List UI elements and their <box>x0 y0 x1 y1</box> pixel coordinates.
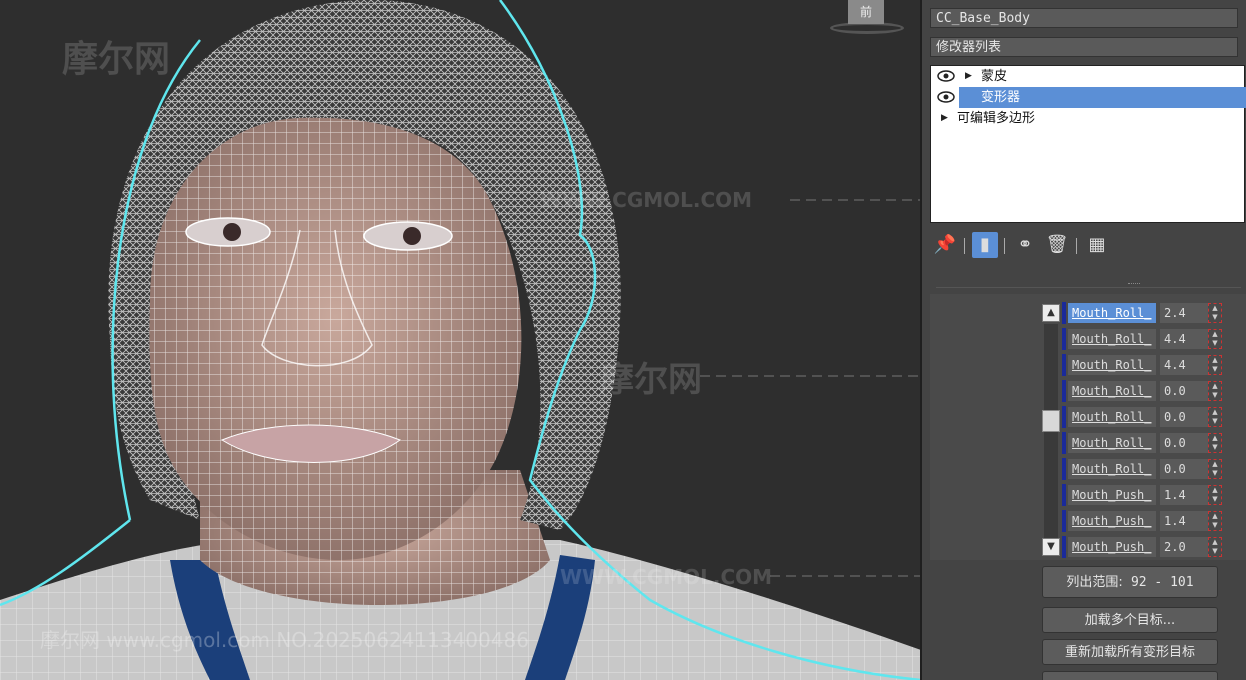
stack-item-label: 蒙皮 <box>981 69 1008 84</box>
load-multiple-targets-button[interactable]: 加载多个目标... <box>1042 607 1218 633</box>
modifier-list-dropdown[interactable]: 修改器列表 <box>930 37 1238 57</box>
channel-value-field[interactable]: 0.0 <box>1160 459 1208 479</box>
channel-row: Mouth_Roll_ 0.0 ▲ ▼ <box>1062 458 1222 480</box>
object-name-field[interactable]: CC_Base_Body <box>930 8 1238 28</box>
channel-spinner[interactable]: ▲ ▼ <box>1208 355 1222 375</box>
channel-row: Mouth_Roll_ 4.4 ▲ ▼ <box>1062 328 1222 350</box>
channel-row: Mouth_Push_ 1.4 ▲ ▼ <box>1062 484 1222 506</box>
panel-separator <box>936 287 1241 288</box>
modify-panel: CC_Base_Body 修改器列表 ▶ 蒙皮 变形器 ▶ 可编辑多边形 📌 ▮… <box>922 0 1246 680</box>
reload-all-targets-button[interactable]: 重新加载所有变形目标 <box>1042 639 1218 665</box>
eye-icon[interactable] <box>937 70 955 82</box>
stack-item-label: 变形器 <box>959 87 1246 108</box>
channel-spinner[interactable]: ▲ ▼ <box>1208 381 1222 401</box>
channel-name-button[interactable]: Mouth_Roll_ <box>1068 303 1156 323</box>
expand-arrow-icon[interactable]: ▶ <box>965 66 972 87</box>
channel-row: Mouth_Roll_ 0.0 ▲ ▼ <box>1062 432 1222 454</box>
channel-active-indicator <box>1062 406 1066 428</box>
channel-row: Mouth_Push_ 1.4 ▲ ▼ <box>1062 510 1222 532</box>
modifier-stack[interactable]: ▶ 蒙皮 变形器 ▶ 可编辑多边形 <box>930 65 1246 223</box>
channel-list: ▲ ▼ Mouth_Roll_ 2.4 ▲ ▼ Mouth_Roll_ 4.4 ▲… <box>930 294 1246 560</box>
channel-value-field[interactable]: 1.4 <box>1160 485 1208 505</box>
channel-active-indicator <box>1062 510 1066 532</box>
stack-item-morpher[interactable]: 变形器 <box>931 87 1246 108</box>
channel-value-field[interactable]: 0.0 <box>1160 407 1208 427</box>
next-button-partial[interactable] <box>1042 671 1218 680</box>
channel-active-indicator <box>1062 484 1066 506</box>
channel-value-field[interactable]: 2.0 <box>1160 537 1208 557</box>
stack-item-editable-poly[interactable]: ▶ 可编辑多边形 <box>931 108 1244 129</box>
channel-active-indicator <box>1062 380 1066 402</box>
channel-spinner[interactable]: ▲ ▼ <box>1208 407 1222 427</box>
channel-value-field[interactable]: 2.4 <box>1160 303 1208 323</box>
channel-row: Mouth_Roll_ 0.0 ▲ ▼ <box>1062 380 1222 402</box>
toolbar-separator <box>1004 238 1005 254</box>
channel-name-button[interactable]: Mouth_Push_ <box>1068 485 1156 505</box>
channel-spinner[interactable]: ▲ ▼ <box>1208 459 1222 479</box>
configure-modifier-sets-icon[interactable]: ▦ <box>1084 232 1110 258</box>
remove-modifier-icon[interactable]: 🗑 <box>1044 232 1070 258</box>
channel-spinner[interactable]: ▲ ▼ <box>1208 433 1222 453</box>
pin-stack-icon[interactable]: 📌 <box>932 232 958 258</box>
channel-name-button[interactable]: Mouth_Roll_ <box>1068 433 1156 453</box>
channel-name-button[interactable]: Mouth_Push_ <box>1068 511 1156 531</box>
channel-name-button[interactable]: Mouth_Roll_ <box>1068 407 1156 427</box>
viewport-canvas <box>0 0 921 680</box>
channel-row: Mouth_Push_ 2.0 ▲ ▼ <box>1062 536 1222 558</box>
stack-item-skin[interactable]: ▶ 蒙皮 <box>931 66 1244 87</box>
list-range-value: 92 - 101 <box>1130 575 1194 590</box>
channel-spinner[interactable]: ▲ ▼ <box>1208 485 1222 505</box>
show-end-result-icon[interactable]: ▮ <box>972 232 998 258</box>
stack-item-label: 可编辑多边形 <box>957 111 1036 126</box>
channel-row: Mouth_Roll_ 4.4 ▲ ▼ <box>1062 354 1222 376</box>
expand-arrow-icon[interactable]: ▶ <box>941 108 948 129</box>
channel-active-indicator <box>1062 432 1066 454</box>
stack-toolbar: 📌 ▮ ⚭ 🗑 ▦ <box>930 232 1240 260</box>
channel-value-field[interactable]: 0.0 <box>1160 381 1208 401</box>
list-range-display: 列出范围: 92 - 101 <box>1042 566 1218 598</box>
make-unique-icon[interactable]: ⚭ <box>1012 232 1038 258</box>
eye-icon[interactable] <box>937 91 955 103</box>
3d-viewport[interactable]: 前 摩尔网 WWW.CGMOL.COM 摩尔网 WWW.CGMOL.COM 摩尔… <box>0 0 921 680</box>
channel-name-button[interactable]: Mouth_Roll_ <box>1068 355 1156 375</box>
channel-active-indicator <box>1062 536 1066 558</box>
channel-spinner[interactable]: ▲ ▼ <box>1208 537 1222 557</box>
toolbar-separator <box>964 238 965 254</box>
channel-value-field[interactable]: 1.4 <box>1160 511 1208 531</box>
channel-name-button[interactable]: Mouth_Roll_ <box>1068 459 1156 479</box>
channel-spinner[interactable]: ▲ ▼ <box>1208 329 1222 349</box>
channel-active-indicator <box>1062 302 1066 324</box>
channel-value-field[interactable]: 4.4 <box>1160 329 1208 349</box>
channel-active-indicator <box>1062 354 1066 376</box>
channel-name-button[interactable]: Mouth_Roll_ <box>1068 381 1156 401</box>
toolbar-separator <box>1076 238 1077 254</box>
viewcube-face-label[interactable]: 前 <box>848 0 884 24</box>
channel-spinner[interactable]: ▲ ▼ <box>1208 511 1222 531</box>
channel-value-field[interactable]: 0.0 <box>1160 433 1208 453</box>
channel-spinner[interactable]: ▲ ▼ <box>1208 303 1222 323</box>
channel-name-button[interactable]: Mouth_Roll_ <box>1068 329 1156 349</box>
scroll-up-button[interactable]: ▲ <box>1042 304 1060 322</box>
channel-value-field[interactable]: 4.4 <box>1160 355 1208 375</box>
scroll-thumb[interactable] <box>1042 410 1060 432</box>
channel-row: Mouth_Roll_ 0.0 ▲ ▼ <box>1062 406 1222 428</box>
channel-name-button[interactable]: Mouth_Push_ <box>1068 537 1156 557</box>
channel-active-indicator <box>1062 458 1066 480</box>
list-range-label: 列出范围: <box>1066 575 1123 590</box>
scroll-down-button[interactable]: ▼ <box>1042 538 1060 556</box>
viewcube[interactable]: 前 <box>830 0 904 38</box>
channel-active-indicator <box>1062 328 1066 350</box>
channel-row: Mouth_Roll_ 2.4 ▲ ▼ <box>1062 302 1222 324</box>
